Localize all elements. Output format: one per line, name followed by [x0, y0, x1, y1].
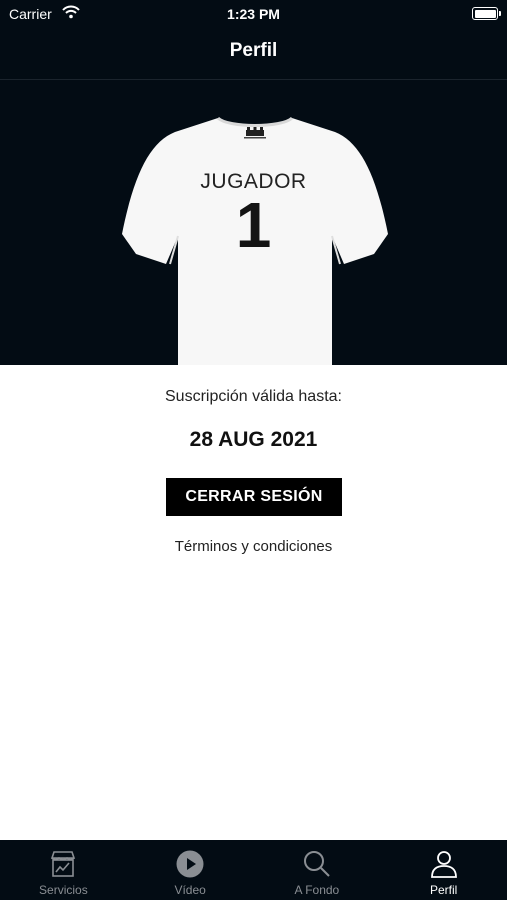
status-bar: Carrier 1:23 PM: [0, 0, 507, 30]
store-icon: [51, 851, 76, 877]
tab-bar: Servicios Vídeo A Fondo Perfil: [0, 840, 507, 900]
jersey-number: 1: [235, 189, 272, 261]
user-icon: [430, 851, 457, 878]
page-title: Perfil: [229, 40, 278, 61]
tab-label: Perfil: [429, 883, 458, 897]
logout-button[interactable]: CERRAR SESIÓN: [166, 478, 342, 516]
tab-video[interactable]: Vídeo: [127, 840, 254, 900]
tab-label: Vídeo: [174, 883, 206, 897]
tab-label: A Fondo: [294, 883, 340, 897]
status-time: 1:23 PM: [227, 6, 280, 22]
jersey-hero: JUGADOR 1: [0, 80, 507, 365]
navigation-bar: Perfil: [0, 30, 507, 80]
tab-perfil[interactable]: Perfil: [380, 840, 507, 900]
tab-servicios[interactable]: Servicios: [0, 840, 127, 900]
play-icon: [176, 850, 204, 878]
subscription-date: 28 AUG 2021: [189, 428, 318, 451]
tab-a-fondo[interactable]: A Fondo: [254, 840, 381, 900]
battery-icon: [472, 7, 501, 20]
tab-label: Servicios: [39, 883, 88, 897]
subscription-label: Suscripción válida hasta:: [165, 388, 342, 405]
terms-link[interactable]: Términos y condiciones: [0, 538, 507, 555]
search-icon: [303, 851, 330, 877]
